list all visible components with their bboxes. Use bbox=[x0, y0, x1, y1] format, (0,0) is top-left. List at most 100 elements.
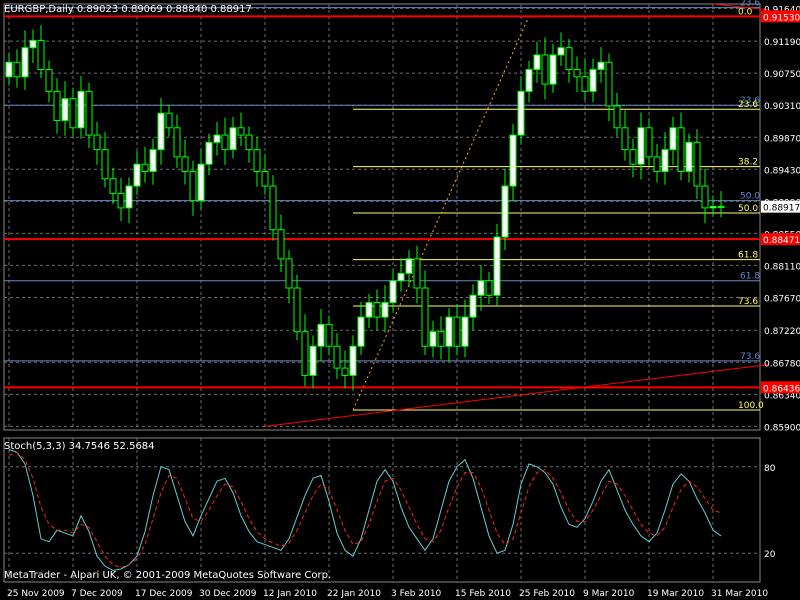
x-tick-label: 3 Feb 2010 bbox=[391, 589, 442, 599]
candle-bear[interactable] bbox=[237, 127, 245, 136]
candle-bear[interactable] bbox=[325, 323, 333, 347]
candle-bull[interactable] bbox=[717, 205, 725, 208]
candle-bear[interactable] bbox=[277, 229, 285, 260]
candle-bull[interactable] bbox=[365, 302, 373, 318]
candle-bear[interactable] bbox=[13, 61, 21, 78]
candle-bull[interactable] bbox=[469, 294, 477, 318]
candle-bear[interactable] bbox=[45, 69, 53, 92]
candle-bull[interactable] bbox=[501, 185, 509, 238]
candle-bear[interactable] bbox=[341, 367, 349, 376]
candle-bear[interactable] bbox=[141, 163, 149, 172]
x-tick-label: 7 Dec 2009 bbox=[71, 589, 123, 599]
candle-bear[interactable] bbox=[677, 127, 685, 172]
candle-bull[interactable] bbox=[557, 47, 565, 56]
candle-bull[interactable] bbox=[381, 302, 389, 318]
candle-bear[interactable] bbox=[69, 98, 77, 129]
candle-bull[interactable] bbox=[397, 272, 405, 282]
stoch-lines bbox=[8, 449, 722, 572]
candle-bull[interactable] bbox=[525, 69, 533, 92]
candle-bear[interactable] bbox=[485, 280, 493, 296]
candle-bear[interactable] bbox=[413, 258, 421, 289]
candle-bull[interactable] bbox=[309, 345, 317, 376]
candle-bull[interactable] bbox=[205, 141, 213, 165]
candle-bull[interactable] bbox=[709, 205, 717, 209]
candle-bear[interactable] bbox=[373, 302, 381, 318]
candle-bear[interactable] bbox=[269, 185, 277, 231]
stoch-tick-label: 20 bbox=[764, 550, 776, 560]
axis-labels: 0.916400.911900.907500.903100.898700.894… bbox=[7, 5, 800, 599]
candle-bear[interactable] bbox=[581, 76, 589, 92]
candle-bull[interactable] bbox=[133, 163, 141, 187]
candle-bear[interactable] bbox=[605, 61, 613, 107]
candle-bull[interactable] bbox=[21, 47, 29, 78]
candle-bull[interactable] bbox=[317, 323, 325, 347]
candle-bear[interactable] bbox=[421, 287, 429, 347]
candle-bear[interactable] bbox=[613, 105, 621, 129]
candle-bear[interactable] bbox=[437, 331, 445, 347]
candle-bull[interactable] bbox=[213, 134, 221, 143]
candle-bull[interactable] bbox=[509, 134, 517, 187]
candle-bull[interactable] bbox=[533, 54, 541, 71]
candle-bear[interactable] bbox=[285, 258, 293, 289]
candle-bull[interactable] bbox=[61, 98, 69, 122]
candle-bull[interactable] bbox=[669, 127, 677, 151]
main-header: EURGBP,Daily 0.89023 0.89069 0.88840 0.8… bbox=[4, 4, 252, 15]
candle-bear[interactable] bbox=[253, 149, 261, 172]
candle-bull[interactable] bbox=[685, 141, 693, 172]
candle-bear[interactable] bbox=[701, 185, 709, 209]
candle-bull[interactable] bbox=[229, 127, 237, 151]
candle-bear[interactable] bbox=[541, 54, 549, 85]
candle-bull[interactable] bbox=[429, 331, 437, 347]
candle-bear[interactable] bbox=[117, 192, 125, 209]
candle-bull[interactable] bbox=[637, 127, 645, 165]
candle-bear[interactable] bbox=[245, 134, 253, 151]
candle-bear[interactable] bbox=[645, 127, 653, 158]
stoch-signal-line bbox=[8, 451, 722, 569]
candle-bear[interactable] bbox=[221, 134, 229, 151]
candle-bear[interactable] bbox=[453, 316, 461, 347]
candle-bull[interactable] bbox=[405, 258, 413, 274]
candle-bull[interactable] bbox=[445, 316, 453, 347]
candle-bear[interactable] bbox=[37, 39, 45, 71]
y-tick-label: 0.90750 bbox=[764, 70, 800, 80]
candle-bull[interactable] bbox=[29, 39, 37, 49]
candle-bear[interactable] bbox=[173, 127, 181, 158]
candle-bull[interactable] bbox=[389, 280, 397, 304]
candle-bull[interactable] bbox=[477, 280, 485, 296]
candle-bear[interactable] bbox=[189, 170, 197, 202]
candles[interactable] bbox=[5, 25, 725, 391]
candle-bull[interactable] bbox=[517, 90, 525, 136]
candle-bull[interactable] bbox=[661, 149, 669, 172]
candle-bear[interactable] bbox=[301, 331, 309, 376]
candle-bear[interactable] bbox=[85, 90, 93, 136]
candle-bear[interactable] bbox=[653, 156, 661, 172]
candle-bear[interactable] bbox=[109, 178, 117, 194]
candle-bull[interactable] bbox=[149, 149, 157, 172]
candle-bull[interactable] bbox=[349, 345, 357, 376]
candle-bear[interactable] bbox=[181, 156, 189, 172]
candle-bear[interactable] bbox=[573, 69, 581, 78]
candle-bear[interactable] bbox=[165, 112, 173, 129]
candle-bull[interactable] bbox=[493, 236, 501, 296]
candle-bull[interactable] bbox=[5, 61, 13, 78]
candle-bear[interactable] bbox=[629, 149, 637, 165]
candle-bear[interactable] bbox=[693, 141, 701, 187]
candle-bull[interactable] bbox=[597, 61, 605, 71]
candle-bear[interactable] bbox=[93, 134, 101, 151]
candle-bear[interactable] bbox=[101, 149, 109, 180]
candle-bull[interactable] bbox=[549, 54, 557, 85]
candle-bear[interactable] bbox=[333, 345, 341, 369]
main-frame bbox=[3, 3, 761, 431]
candle-bear[interactable] bbox=[53, 90, 61, 122]
candle-bull[interactable] bbox=[197, 163, 205, 202]
candle-bear[interactable] bbox=[565, 47, 573, 71]
candle-bear[interactable] bbox=[621, 127, 629, 151]
candle-bull[interactable] bbox=[157, 112, 165, 151]
candle-bear[interactable] bbox=[293, 287, 301, 333]
candle-bull[interactable] bbox=[357, 316, 365, 347]
candle-bull[interactable] bbox=[77, 90, 85, 129]
candle-bear[interactable] bbox=[261, 170, 269, 187]
candle-bull[interactable] bbox=[461, 316, 469, 347]
candle-bull[interactable] bbox=[589, 69, 597, 92]
candle-bull[interactable] bbox=[125, 185, 133, 209]
